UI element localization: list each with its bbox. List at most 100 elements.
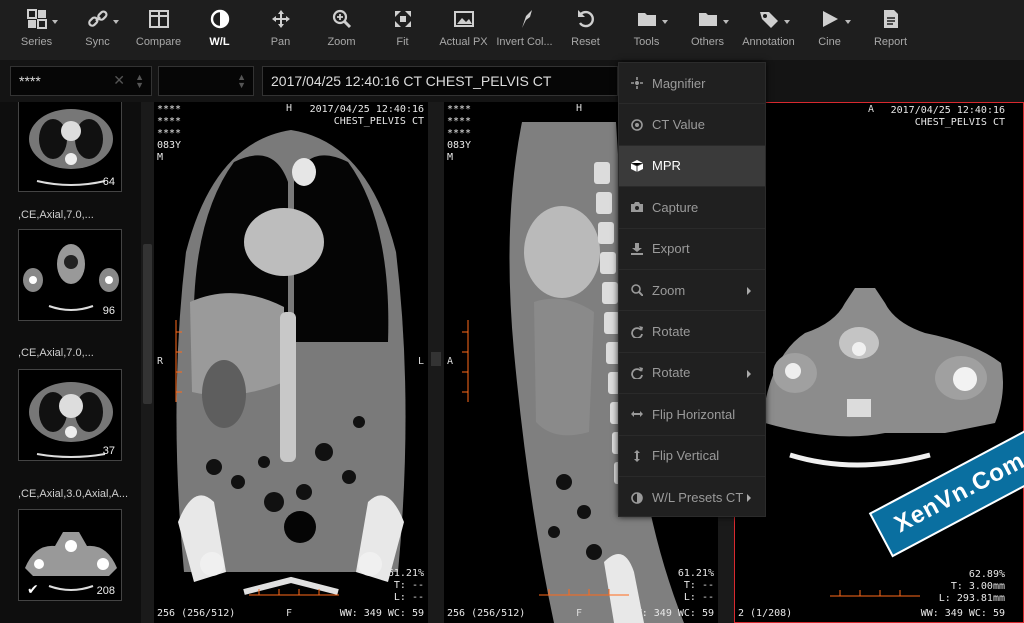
patient-filter-value: **** (19, 73, 41, 89)
toolbar-others-button[interactable]: Others (677, 0, 738, 60)
toolbar-label: W/L (209, 36, 230, 48)
menu-item-capture[interactable]: Capture (619, 187, 765, 229)
target-icon (631, 118, 643, 131)
report-icon (880, 8, 902, 30)
toolbar-invert-button[interactable]: Invert Col... (494, 0, 555, 60)
toolbar-label: Series (20, 36, 53, 48)
menu-item-wl-presets[interactable]: W/L Presets CT (619, 477, 765, 518)
overlay-slice-info: 2 (1/208) (738, 608, 793, 619)
image-icon (453, 8, 475, 30)
axial-ct-image (765, 288, 1003, 597)
contrast-icon (209, 8, 231, 30)
toolbar-reset-button[interactable]: Reset (555, 0, 616, 60)
toolbar-series-button[interactable]: Series (6, 0, 67, 60)
play-icon (819, 8, 851, 30)
orientation-bottom: F (286, 608, 293, 619)
overlay-slice-info: 256 (256/512) (157, 608, 236, 619)
folder-icon (636, 8, 668, 30)
toolbar-annotation-button[interactable]: Annotation (738, 0, 799, 60)
orientation-right: L (417, 356, 424, 367)
toolbar-label: Reset (571, 36, 600, 48)
coronal-ct-image (175, 130, 406, 596)
menu-item-label: Flip Vertical (652, 448, 720, 464)
overlay-window-level: WW: 349 WC: 59 (339, 608, 424, 619)
patient-filter-input[interactable]: **** ✕ ▲ ▼ (10, 66, 152, 96)
submenu-arrow-icon (747, 493, 751, 502)
overlay-zoom-info: 62.89% T: 3.00mm L: 293.81mm (938, 569, 1005, 604)
menu-item-label: W/L Presets CT (652, 490, 744, 506)
toolbar-label: Tools (633, 36, 660, 48)
toolbar-tools-button[interactable]: Tools (616, 0, 677, 60)
thumbnail-count: 37 (102, 445, 115, 457)
scrollbar-thumb[interactable] (143, 244, 152, 404)
menu-item-mpr[interactable]: MPR (619, 145, 765, 188)
series-thumbnail[interactable]: 37 (18, 369, 122, 461)
series-filter-select[interactable]: ▲ ▼ (158, 66, 254, 96)
thumbnail-scrollbar[interactable] (141, 102, 154, 623)
rotate-icon (631, 325, 643, 339)
orientation-top: H (286, 103, 293, 114)
menu-item-rotate[interactable]: Rotate (619, 311, 765, 353)
toolbar-cine-button[interactable]: Cine (799, 0, 860, 60)
flip-horizontal-icon (631, 408, 643, 420)
compare-icon (148, 8, 170, 30)
spinner-icon[interactable]: ▲ ▼ (237, 73, 246, 90)
menu-item-ct-value[interactable]: CT Value (619, 104, 765, 146)
thumbnail-count: 64 (102, 176, 115, 188)
toolbar-label: Others (690, 36, 724, 48)
toolbar-label: Fit (396, 36, 409, 48)
toolbar-zoom-button[interactable]: Zoom (311, 0, 372, 60)
spinner-icon[interactable]: ▲ ▼ (135, 73, 144, 90)
rotate-icon (631, 366, 643, 380)
camera-icon (631, 201, 643, 213)
link-icon (87, 8, 119, 30)
overlay-patient-info: **** **** **** 083Y M (157, 104, 182, 163)
toolbar-wl-button[interactable]: W/L (189, 0, 250, 60)
menu-item-label: Rotate (652, 324, 691, 340)
series-thumbnail-selected[interactable]: ✔ 208 (18, 509, 122, 601)
menu-item-export[interactable]: Export (619, 229, 765, 270)
tag-icon (758, 8, 790, 30)
toolbar-compare-button[interactable]: Compare (128, 0, 189, 60)
menu-item-label: Capture (652, 199, 699, 215)
main-toolbar: Series Sync Compare W/L Pan Zoom Fit Act… (0, 0, 1024, 60)
fit-icon (392, 8, 414, 30)
menu-item-zoom[interactable]: Zoom (619, 270, 765, 312)
viewport-coronal[interactable]: **** **** **** 083Y M 2017/04/25 12:40:1… (154, 102, 428, 623)
orientation-bottom: F (576, 608, 583, 619)
series-thumbnail[interactable]: 64 (18, 102, 122, 192)
viewport-splitter[interactable] (428, 102, 444, 623)
toolbar-label: Compare (135, 36, 182, 48)
menu-item-label: Flip Horizontal (652, 406, 736, 422)
toolbar-label: Report (873, 36, 908, 48)
toolbar-fit-button[interactable]: Fit (372, 0, 433, 60)
toolbar-sync-button[interactable]: Sync (67, 0, 128, 60)
check-icon: ✔ (27, 581, 39, 597)
toolbar-actual-px-button[interactable]: Actual PX (433, 0, 494, 60)
orientation-left: R (157, 356, 164, 367)
download-icon (631, 242, 643, 255)
toolbar-label: Cine (818, 36, 841, 48)
toolbar-label: Annotation (742, 36, 795, 48)
toolbar-report-button[interactable]: Report (860, 0, 921, 60)
grid-icon (26, 8, 58, 30)
menu-item-label: CT Value (652, 117, 705, 133)
viewport-axial-active[interactable]: A 2017/04/25 12:40:16 CHEST_PELVIS CT 62… (734, 102, 1024, 623)
menu-item-label: MPR (652, 158, 681, 174)
overlay-window-level: WW: 349 WC: 59 (920, 608, 1005, 619)
toolbar-label: Zoom (327, 36, 356, 48)
reset-icon (575, 8, 597, 30)
toolbar-label: Sync (85, 36, 110, 48)
menu-item-magnifier[interactable]: Magnifier (619, 63, 765, 105)
menu-item-flip-vertical[interactable]: Flip Vertical (619, 436, 765, 477)
overlay-study-info: 2017/04/25 12:40:16 CHEST_PELVIS CT (890, 105, 1005, 128)
menu-item-flip-horizontal[interactable]: Flip Horizontal (619, 394, 765, 436)
clear-icon[interactable]: ✕ (113, 72, 125, 89)
menu-item-rotate-submenu[interactable]: Rotate (619, 353, 765, 395)
folder-icon (697, 8, 729, 30)
contrast-icon (631, 491, 643, 504)
overlay-study-info: 2017/04/25 12:40:16 CHEST_PELVIS CT (309, 104, 424, 127)
thumbnail-count: 96 (102, 305, 115, 317)
toolbar-pan-button[interactable]: Pan (250, 0, 311, 60)
series-thumbnail[interactable]: 96 (18, 229, 122, 321)
